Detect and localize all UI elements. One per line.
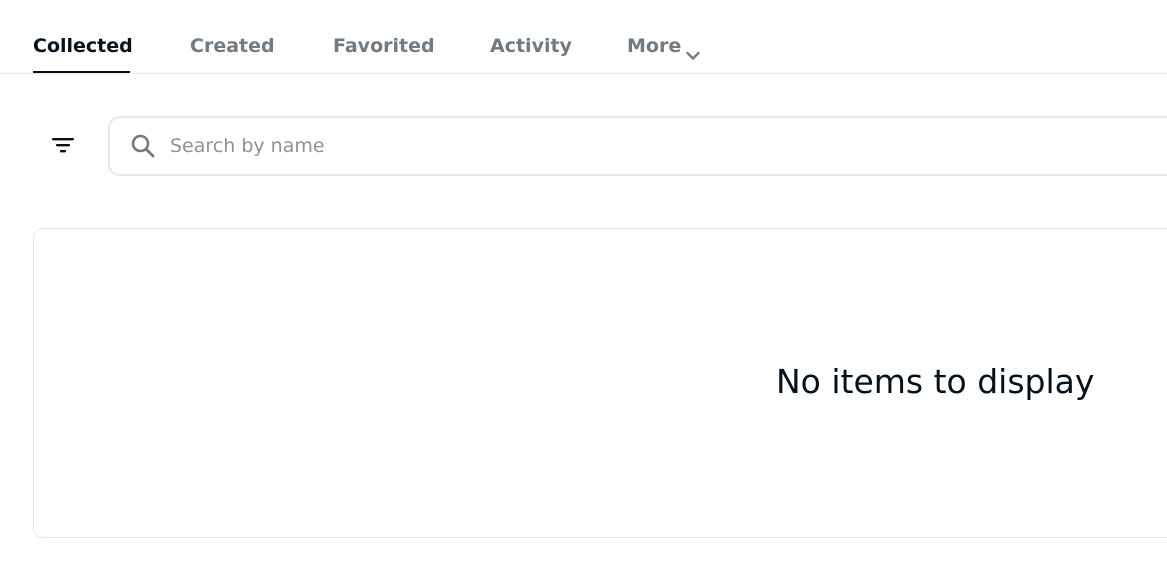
tab-created-label: Created [190, 35, 275, 57]
tab-collected[interactable]: Collected [33, 32, 133, 74]
tab-favorited-label: Favorited [333, 35, 435, 57]
tab-favorited[interactable]: Favorited [333, 32, 435, 74]
tab-collected-label: Collected [33, 35, 133, 57]
search-input[interactable] [170, 135, 1070, 157]
profile-tabs: Collected Created Favorited Activity Mor… [0, 0, 1167, 74]
empty-state-message: No items to display [776, 362, 1095, 401]
chevron-down-icon [686, 41, 700, 69]
search-icon [130, 133, 156, 159]
tab-activity[interactable]: Activity [490, 32, 572, 74]
tab-more[interactable]: More [627, 32, 700, 74]
search-box[interactable] [108, 116, 1167, 176]
filter-button[interactable] [40, 124, 86, 170]
tab-created[interactable]: Created [190, 32, 275, 74]
filter-icon [51, 136, 75, 158]
tab-more-label: More [627, 35, 682, 57]
tab-activity-label: Activity [490, 35, 572, 57]
